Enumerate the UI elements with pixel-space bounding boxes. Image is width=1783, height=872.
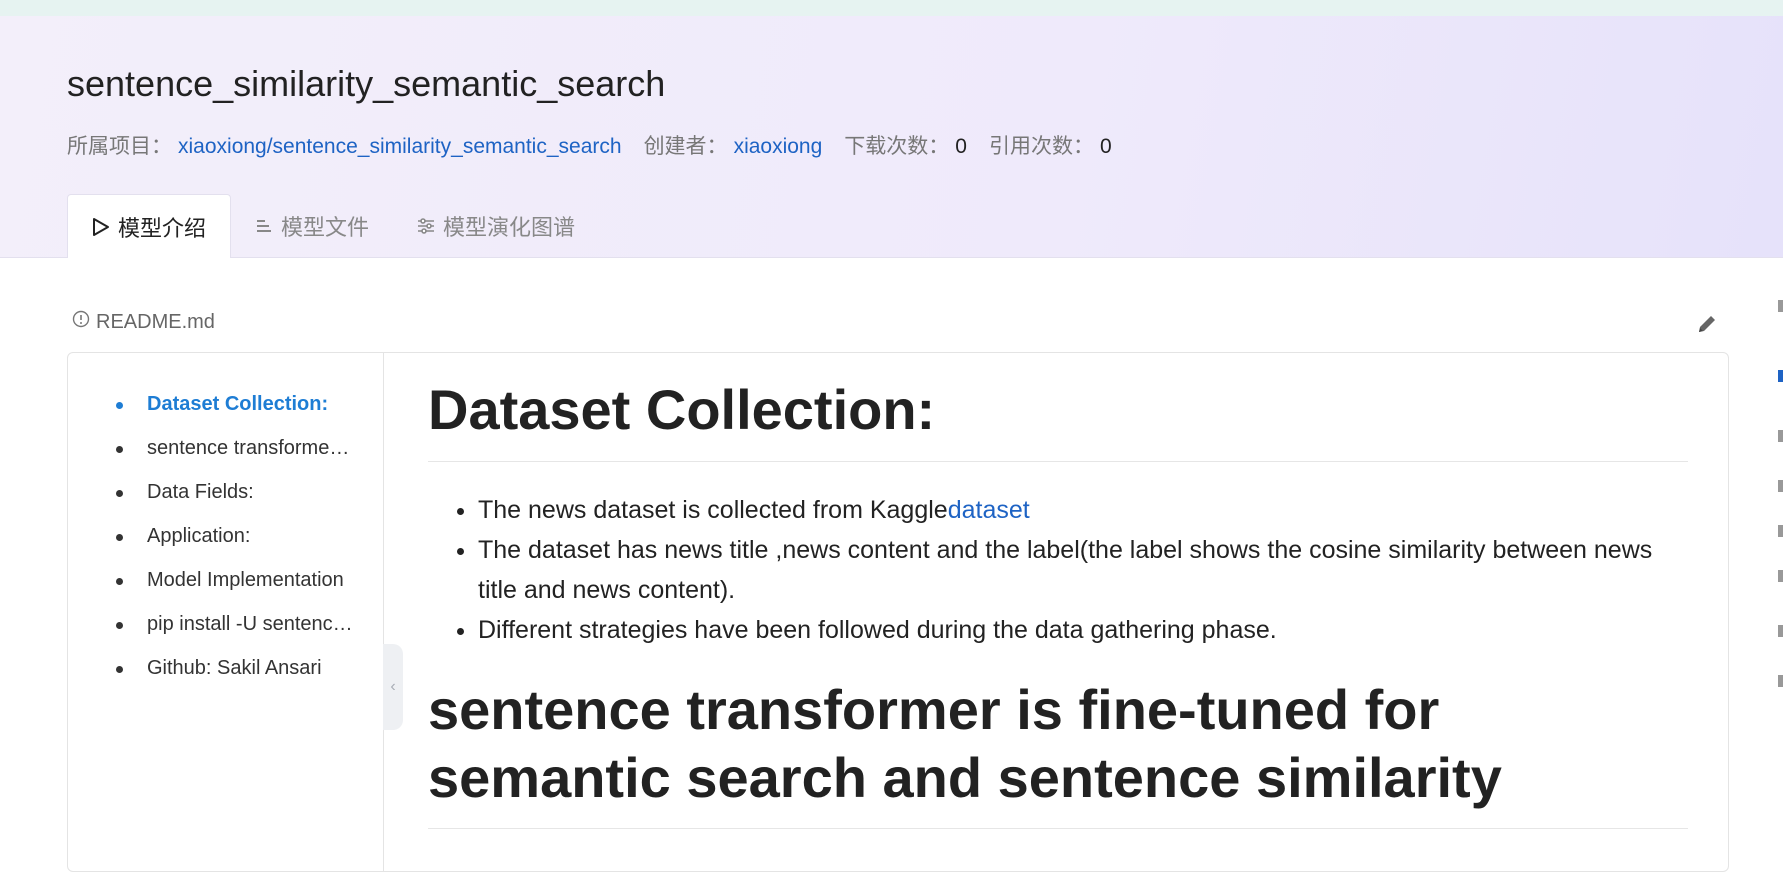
downloads-label: 下载次数： xyxy=(844,135,950,158)
meta-row: 所属项目： xiaoxiong/sentence_similarity_sema… xyxy=(67,130,1112,160)
list-item: Different strategies have been followed … xyxy=(478,610,1688,650)
readme-bar: README.md xyxy=(72,310,215,334)
toc-collapse-button[interactable]: ‹ xyxy=(383,644,403,730)
downloads-count: 0 xyxy=(955,135,967,158)
readme-content: Dataset Collection: The news dataset is … xyxy=(428,353,1688,829)
file-lines-icon xyxy=(255,217,273,235)
citations-label: 引用次数： xyxy=(988,135,1094,158)
tab-bar: 模型介绍 模型文件 模型演化图谱 xyxy=(67,194,599,258)
list-item: The dataset has news title ,news content… xyxy=(478,530,1688,610)
bullet-text: The news dataset is collected from Kaggl… xyxy=(478,496,948,524)
dataset-link[interactable]: dataset xyxy=(948,496,1030,524)
readme-filename: README.md xyxy=(96,310,215,333)
creator-link[interactable]: xiaoxiong xyxy=(734,135,823,159)
toc-item-github[interactable]: Github: Sakil Ansari xyxy=(116,653,355,697)
readme-panel: Dataset Collection: sentence transformer… xyxy=(67,352,1729,872)
citations-count: 0 xyxy=(1099,135,1112,158)
bullet-text: Different strategies have been followed … xyxy=(478,616,1277,644)
toc-item-dataset-collection[interactable]: Dataset Collection: xyxy=(116,389,355,433)
list-item: The news dataset is collected from Kaggl… xyxy=(478,490,1688,530)
tab-label: 模型文件 xyxy=(281,214,370,240)
page-title: sentence_similarity_semantic_search xyxy=(67,63,666,104)
tab-label: 模型介绍 xyxy=(118,215,207,241)
section-heading-sentence-transformer: sentence transformer is fine-tuned for s… xyxy=(428,650,1688,829)
toc-item-data-fields[interactable]: Data Fields: xyxy=(116,477,355,521)
toc-item-application[interactable]: Application: xyxy=(116,521,355,565)
tab-model-evolution[interactable]: 模型演化图谱 xyxy=(393,194,599,257)
model-header: sentence_similarity_semantic_search 所属项目… xyxy=(0,16,1783,258)
toc-item-model-implementation[interactable]: Model Implementation xyxy=(116,565,355,609)
creator-label: 创建者： xyxy=(643,135,728,158)
tab-label: 模型演化图谱 xyxy=(443,214,576,240)
play-outline-icon xyxy=(92,217,110,237)
toc-item-sentence-transformer[interactable]: sentence transformer is fine-tuned for s… xyxy=(116,433,355,477)
bullet-text: The dataset has news title ,news content… xyxy=(478,536,1653,604)
tab-model-intro[interactable]: 模型介绍 xyxy=(67,194,232,258)
table-of-contents: Dataset Collection: sentence transformer… xyxy=(68,353,384,871)
info-circle-icon xyxy=(72,310,90,334)
top-strip xyxy=(0,0,1783,16)
sliders-icon xyxy=(417,217,435,235)
pencil-icon[interactable] xyxy=(1695,312,1719,336)
project-link[interactable]: xiaoxiong/sentence_similarity_semantic_s… xyxy=(178,135,622,159)
chevron-left-icon: ‹ xyxy=(390,678,396,695)
dataset-bullets: The news dataset is collected from Kaggl… xyxy=(428,490,1688,650)
tab-model-files[interactable]: 模型文件 xyxy=(231,194,393,257)
right-side-clipped-content xyxy=(1778,300,1783,700)
project-label: 所属项目： xyxy=(67,135,172,158)
toc-item-pip-install[interactable]: pip install -U sentence-transformers xyxy=(116,609,355,653)
section-heading-dataset-collection: Dataset Collection: xyxy=(428,353,1688,462)
